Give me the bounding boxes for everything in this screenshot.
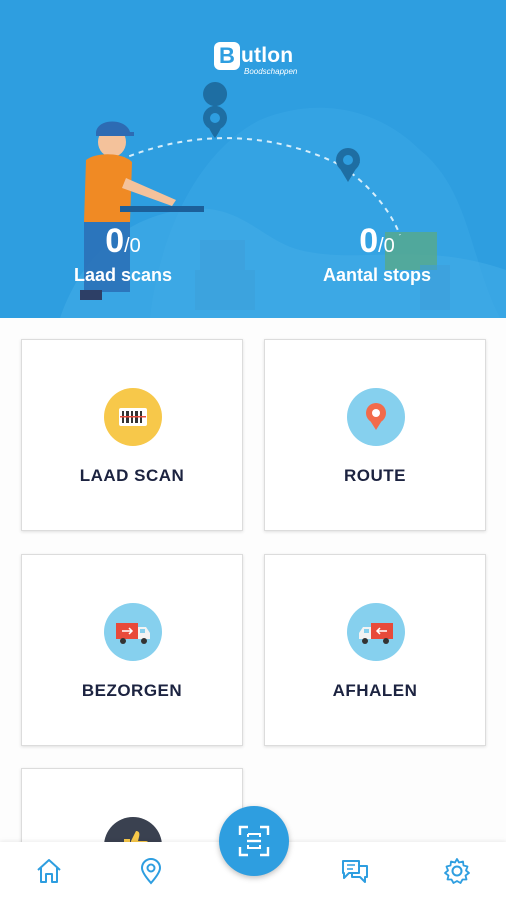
header-banner: B utlon Boodschappen 0/0 Laad scans 0/0 … <box>0 0 506 318</box>
tile-label: ROUTE <box>344 466 406 485</box>
location-icon[interactable] <box>134 854 168 888</box>
tile-label: AFHALEN <box>332 681 418 700</box>
barcode-icon <box>104 388 162 446</box>
route-pin-icon <box>203 82 228 138</box>
home-icon[interactable] <box>32 854 66 888</box>
delivery-truck-icon <box>104 603 162 661</box>
settings-icon[interactable] <box>440 854 474 888</box>
stat-total: /0 <box>124 235 141 257</box>
logo-initial: B <box>214 42 240 70</box>
tile-route[interactable]: ROUTE <box>264 339 486 531</box>
chat-icon[interactable] <box>338 854 372 888</box>
stat-total: /0 <box>378 235 395 257</box>
stat-label: Laad scans <box>73 265 173 285</box>
stat-value: 0 <box>359 222 379 260</box>
scan-icon <box>238 825 270 857</box>
tile-laad-scan[interactable]: LAAD SCAN <box>21 339 243 531</box>
stat-value: 0 <box>105 222 125 260</box>
pickup-truck-icon <box>347 603 405 661</box>
tile-bezorgen[interactable]: BEZORGEN <box>21 554 243 746</box>
butlon-logo: B utlon <box>214 42 293 70</box>
logo-tagline: Boodschappen <box>244 67 298 76</box>
stat-aantal-stops: 0/0 Aantal stops <box>312 224 442 285</box>
stat-laad-scans: 0/0 Laad scans <box>58 224 188 285</box>
map-pin-icon <box>347 388 405 446</box>
scan-button[interactable] <box>219 806 289 876</box>
tile-label: BEZORGEN <box>81 681 183 700</box>
tile-label: LAAD SCAN <box>79 466 185 485</box>
stat-label: Aantal stops <box>322 265 432 285</box>
logo-wordmark: utlon <box>241 44 294 67</box>
tile-afhalen[interactable]: AFHALEN <box>264 554 486 746</box>
